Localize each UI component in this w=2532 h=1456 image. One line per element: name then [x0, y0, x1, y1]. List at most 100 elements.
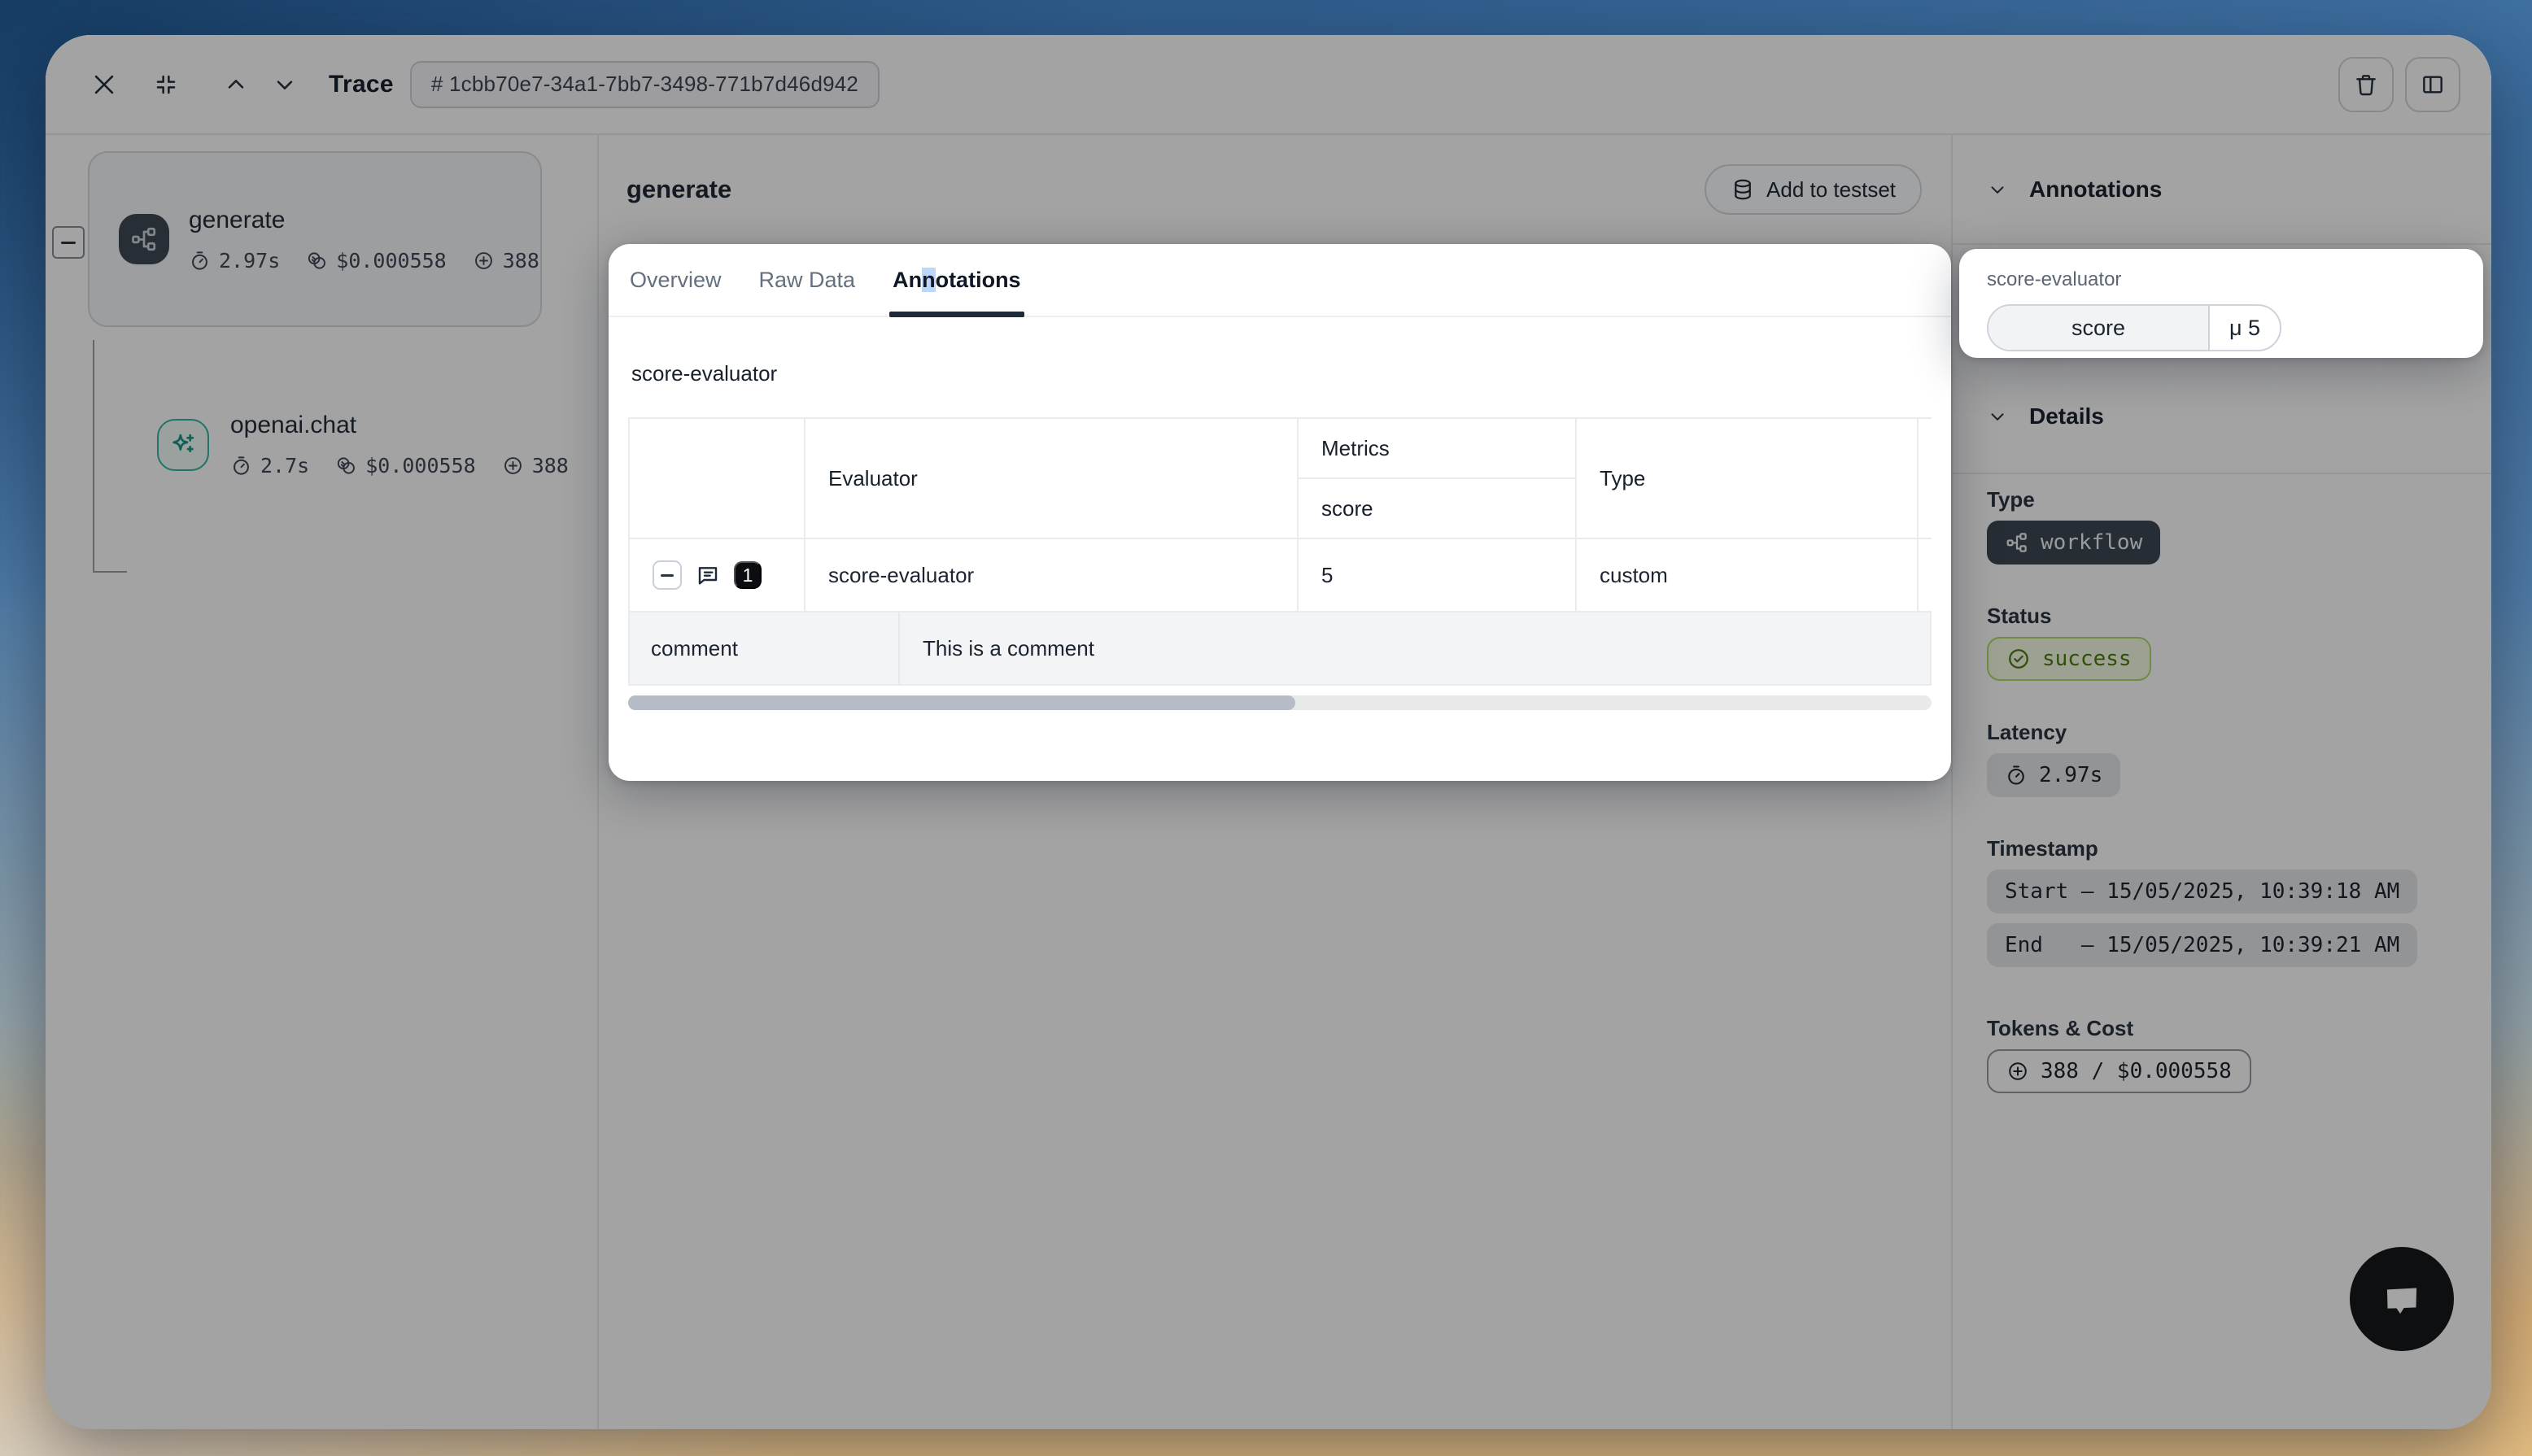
tree-node-openai-chat[interactable]: openai.chat 2.7s $0.000558 388	[157, 412, 569, 477]
table-subheader-score: score	[1298, 478, 1576, 538]
cell-evaluator: score-evaluator	[805, 538, 1298, 612]
tokens-plus-icon	[502, 455, 524, 477]
timestamp-start-badge: Start — 15/05/2025, 10:39:18 AM	[1987, 870, 2417, 913]
tab-raw-data[interactable]: Raw Data	[759, 244, 856, 316]
span-stats: 2.97s $0.000558 388	[189, 249, 539, 272]
comment-value: This is a comment	[900, 612, 1930, 684]
table-row: 1 score-evaluator 5 custom	[629, 538, 1932, 612]
scrollbar-thumb[interactable]	[628, 695, 1295, 710]
table-header-actions	[629, 418, 805, 538]
tab-overview[interactable]: Overview	[630, 244, 722, 316]
active-tab-underline	[889, 312, 1024, 317]
span-name: generate	[189, 207, 539, 234]
main-panel: generate Add to testset Overview Raw Dat…	[599, 135, 1953, 1429]
comment-row: comment This is a comment	[628, 612, 1932, 686]
tree-collapse-toggle[interactable]	[52, 226, 85, 259]
tokens-cost-label: Tokens & Cost	[1987, 1016, 2459, 1041]
span-title: generate	[626, 175, 731, 204]
arrows-pointing-in-icon	[153, 72, 179, 98]
tokens-plus-icon	[473, 250, 495, 272]
collapse-button[interactable]	[143, 62, 189, 107]
trash-icon	[2353, 72, 2379, 98]
annotations-section-label: Annotations	[2029, 177, 2162, 203]
span-stats: 2.7s $0.000558 388	[230, 454, 569, 477]
latency-badge: 2.97s	[1987, 753, 2120, 797]
next-span-button[interactable]	[262, 62, 308, 107]
score-metric-control[interactable]: score μ 5	[1987, 304, 2281, 351]
chevron-down-icon	[272, 72, 298, 98]
panel-layout-icon	[2420, 72, 2446, 98]
timestamp-end-badge: End — 15/05/2025, 10:39:21 AM	[1987, 923, 2417, 967]
coins-icon	[335, 455, 357, 477]
trace-id-chip[interactable]: # 1cbb70e7-34a1-7bb7-3498-771b7d46d942	[410, 61, 880, 108]
latency-value: 2.97s	[2039, 763, 2102, 787]
table-header-metrics: Metrics	[1298, 418, 1576, 478]
speech-bubble-icon	[2377, 1274, 2427, 1324]
tree-connector-line	[93, 340, 127, 573]
span-name: openai.chat	[230, 412, 569, 439]
span-tree: generate 2.97s $0.000558 388	[46, 135, 599, 1429]
type-label: Type	[1987, 487, 2459, 512]
tab-bar: Overview Raw Data Annotations	[609, 244, 1951, 317]
page-title: Trace	[329, 71, 394, 98]
table-header-filler	[1918, 418, 1932, 538]
status-label: Status	[1987, 604, 2459, 629]
prev-span-button[interactable]	[213, 62, 259, 107]
tokens-cost-badge: 388 / $0.000558	[1987, 1049, 2251, 1093]
annotations-table: Evaluator Metrics Type score	[628, 417, 1932, 710]
workflow-icon	[119, 214, 169, 264]
evaluator-section-heading: score-evaluator	[631, 361, 1932, 386]
span-tokens: 388	[532, 454, 569, 477]
chevron-down-icon	[1987, 179, 2008, 200]
cell-type: custom	[1576, 538, 1918, 612]
span-latency: 2.97s	[219, 249, 280, 272]
chevron-down-icon	[1987, 406, 2008, 427]
status-value: success	[2042, 647, 2132, 671]
type-value: workflow	[2041, 530, 2142, 555]
sparkle-icon	[157, 419, 209, 471]
tab-annotations[interactable]: Annotations	[893, 244, 1021, 316]
delete-trace-button[interactable]	[2338, 57, 2394, 112]
span-cost: $0.000558	[365, 454, 475, 477]
remove-annotation-button[interactable]	[653, 560, 682, 590]
details-section-label: Details	[2029, 403, 2104, 429]
metric-mean-segment[interactable]: μ 5	[2210, 306, 2280, 350]
text-selection-highlight: n	[922, 268, 936, 292]
cell-filler	[1918, 538, 1932, 612]
coins-icon	[306, 250, 328, 272]
timer-icon	[230, 455, 252, 477]
cell-score: 5	[1298, 538, 1576, 612]
annotation-score-popup: score-evaluator score μ 5	[1959, 249, 2483, 358]
tree-node-generate[interactable]: generate 2.97s $0.000558 388	[88, 151, 542, 327]
horizontal-scrollbar[interactable]	[628, 695, 1932, 710]
support-chat-button[interactable]	[2350, 1247, 2454, 1351]
table-header-type: Type	[1576, 418, 1918, 538]
latency-label: Latency	[1987, 720, 2459, 745]
toggle-sidebar-button[interactable]	[2405, 57, 2460, 112]
trace-topbar: Trace # 1cbb70e7-34a1-7bb7-3498-771b7d46…	[46, 35, 2491, 135]
annotations-card: Overview Raw Data Annotations score-eval…	[609, 244, 1951, 781]
table-header-evaluator: Evaluator	[805, 418, 1298, 538]
span-cost: $0.000558	[336, 249, 446, 272]
span-tokens: 388	[503, 249, 539, 272]
close-button[interactable]	[81, 62, 127, 107]
add-to-testset-button[interactable]: Add to testset	[1705, 164, 1922, 215]
annotations-section-header[interactable]: Annotations	[1953, 135, 2491, 245]
plus-circle-icon	[2006, 1060, 2029, 1083]
comment-icon[interactable]	[695, 562, 721, 588]
close-icon	[90, 71, 118, 98]
type-badge: workflow	[1987, 521, 2160, 565]
details-section-header[interactable]: Details	[1953, 360, 2491, 474]
comment-count-badge[interactable]: 1	[734, 561, 762, 589]
timer-icon	[2005, 764, 2028, 787]
check-circle-icon	[2006, 647, 2031, 671]
tokens-cost-value: 388 / $0.000558	[2041, 1059, 2232, 1083]
chevron-up-icon	[223, 72, 249, 98]
annotation-evaluator-label: score-evaluator	[1987, 268, 2456, 291]
timestamp-label: Timestamp	[1987, 836, 2459, 861]
timer-icon	[189, 250, 211, 272]
metric-name-segment[interactable]: score	[1988, 306, 2210, 350]
add-to-testset-label: Add to testset	[1766, 177, 1896, 203]
comment-label: comment	[630, 612, 900, 684]
status-badge: success	[1987, 637, 2151, 681]
